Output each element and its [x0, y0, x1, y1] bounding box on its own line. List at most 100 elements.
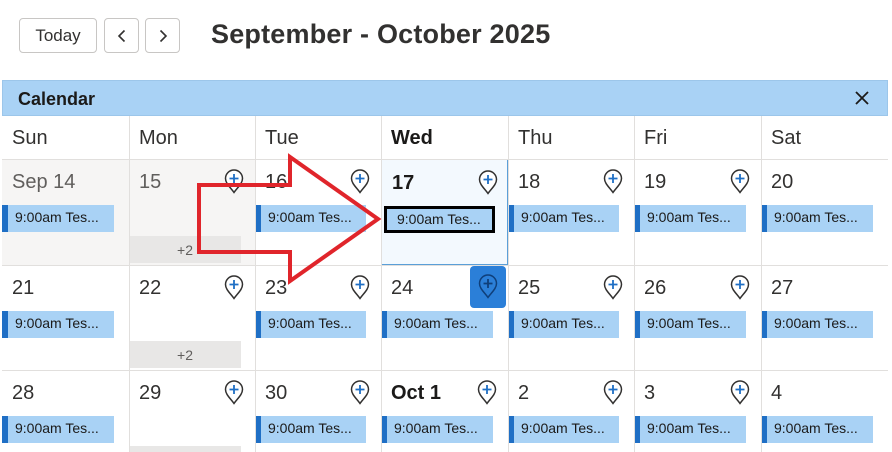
day-number: 30	[265, 382, 288, 404]
event-item[interactable]: 9:00am Tes...	[2, 416, 114, 443]
add-event-icon	[350, 169, 370, 194]
event-item[interactable]: 9:00am Tes...	[2, 205, 114, 232]
event-item[interactable]: 9:00am Tes...	[508, 416, 619, 443]
add-event-icon	[350, 380, 370, 405]
event-item[interactable]: 9:00am Tes...	[384, 206, 495, 233]
row-divider	[2, 265, 888, 266]
add-event-icon	[224, 169, 244, 194]
chevron-left-icon	[117, 29, 125, 42]
add-event-icon	[224, 275, 244, 300]
day-cell[interactable]: 25 9:00am Tes...	[508, 265, 634, 370]
add-event-button[interactable]	[477, 169, 499, 197]
add-event-button[interactable]	[349, 274, 371, 302]
day-cell[interactable]: 26 9:00am Tes...	[634, 265, 761, 370]
weekday-label-mon: Mon	[139, 127, 178, 149]
add-event-button[interactable]	[223, 379, 245, 407]
column-divider	[761, 116, 762, 452]
today-button[interactable]: Today	[19, 18, 97, 53]
event-item[interactable]: 9:00am Tes...	[634, 205, 746, 232]
day-cell[interactable]: 28 9:00am Tes...	[2, 370, 129, 452]
day-number: 21	[12, 277, 35, 299]
add-event-icon	[478, 170, 498, 195]
day-number: 20	[771, 171, 794, 193]
add-event-button[interactable]	[729, 274, 751, 302]
weekday-label-wed: Wed	[391, 127, 433, 149]
previous-button[interactable]	[104, 18, 139, 53]
event-item[interactable]: 9:00am Tes...	[381, 416, 493, 443]
day-cell[interactable]: 24 9:00am Tes...	[381, 265, 508, 370]
column-divider	[381, 116, 382, 452]
add-event-icon	[603, 169, 623, 194]
day-cell[interactable]: 21 9:00am Tes...	[2, 265, 129, 370]
add-event-icon	[730, 275, 750, 300]
day-cell[interactable]: 16 9:00am Tes...	[255, 159, 381, 265]
weekday-label-thu: Thu	[518, 127, 553, 149]
add-event-button[interactable]	[223, 274, 245, 302]
add-event-button[interactable]	[349, 168, 371, 196]
event-item[interactable]: 9:00am Tes...	[381, 311, 493, 338]
next-button[interactable]	[145, 18, 180, 53]
day-number: Sep 14	[12, 171, 76, 193]
day-cell[interactable]: Oct 1 9:00am Tes...	[381, 370, 508, 452]
event-item[interactable]: 9:00am Tes...	[508, 311, 619, 338]
day-cell[interactable]: 18 9:00am Tes...	[508, 159, 634, 265]
event-item[interactable]: 9:00am Tes...	[634, 311, 746, 338]
day-number: 23	[265, 277, 288, 299]
event-item[interactable]: 9:00am Tes...	[761, 416, 873, 443]
day-cell[interactable]: 20 9:00am Tes...	[761, 159, 888, 265]
weekday-label-tue: Tue	[265, 127, 299, 149]
event-item[interactable]: 9:00am Tes...	[634, 416, 746, 443]
day-number: 4	[771, 382, 783, 404]
weekday-label-sun: Sun	[12, 127, 48, 149]
add-event-button[interactable]	[476, 379, 498, 407]
day-cell[interactable]: 22 +2	[129, 265, 255, 370]
add-event-button[interactable]	[729, 379, 751, 407]
close-icon[interactable]	[853, 89, 871, 107]
day-cell[interactable]: 17 9:00am Tes...	[381, 159, 508, 265]
day-number: 17	[392, 172, 415, 194]
add-event-button[interactable]	[470, 266, 506, 308]
more-events-link[interactable]	[129, 446, 241, 452]
day-number: 2	[518, 382, 530, 404]
column-divider	[508, 116, 509, 452]
calendar-header-bar: Calendar	[2, 80, 888, 116]
day-cell[interactable]: 30 9:00am Tes...	[255, 370, 381, 452]
add-event-icon	[478, 274, 498, 299]
day-number: 27	[771, 277, 794, 299]
add-event-button[interactable]	[602, 274, 624, 302]
day-cell[interactable]: 2 9:00am Tes...	[508, 370, 634, 452]
day-cell[interactable]: 3 9:00am Tes...	[634, 370, 761, 452]
event-item[interactable]: 9:00am Tes...	[255, 205, 366, 232]
event-item[interactable]: 9:00am Tes...	[2, 311, 114, 338]
day-number: 24	[391, 277, 414, 299]
event-item[interactable]: 9:00am Tes...	[508, 205, 619, 232]
more-events-link[interactable]: +2	[129, 341, 241, 368]
add-event-button[interactable]	[349, 379, 371, 407]
add-event-button[interactable]	[602, 379, 624, 407]
add-event-button[interactable]	[729, 168, 751, 196]
event-item[interactable]: 9:00am Tes...	[761, 205, 873, 232]
day-cell[interactable]: Sep 14 9:00am Tes...	[2, 159, 129, 265]
day-number: 16	[265, 171, 288, 193]
day-number: 28	[12, 382, 35, 404]
day-cell[interactable]: 23 9:00am Tes...	[255, 265, 381, 370]
add-event-icon	[350, 275, 370, 300]
calendar-title: Calendar	[18, 89, 96, 109]
event-item[interactable]: 9:00am Tes...	[255, 416, 366, 443]
event-item[interactable]: 9:00am Tes...	[761, 311, 873, 338]
event-item[interactable]: 9:00am Tes...	[255, 311, 366, 338]
add-event-button[interactable]	[223, 168, 245, 196]
day-number: 19	[644, 171, 667, 193]
column-divider	[255, 116, 256, 452]
add-event-icon	[603, 275, 623, 300]
day-cell[interactable]: 4 9:00am Tes...	[761, 370, 888, 452]
calendar-app: Today September - October 2025 Calendar …	[0, 0, 892, 452]
day-cell[interactable]: 27 9:00am Tes...	[761, 265, 888, 370]
day-number: 22	[139, 277, 162, 299]
day-cell[interactable]: 19 9:00am Tes...	[634, 159, 761, 265]
day-cell[interactable]: 15 +2	[129, 159, 255, 265]
chevron-right-icon	[159, 29, 167, 42]
day-cell[interactable]: 29	[129, 370, 255, 452]
add-event-button[interactable]	[602, 168, 624, 196]
more-events-link[interactable]: +2	[129, 236, 241, 263]
